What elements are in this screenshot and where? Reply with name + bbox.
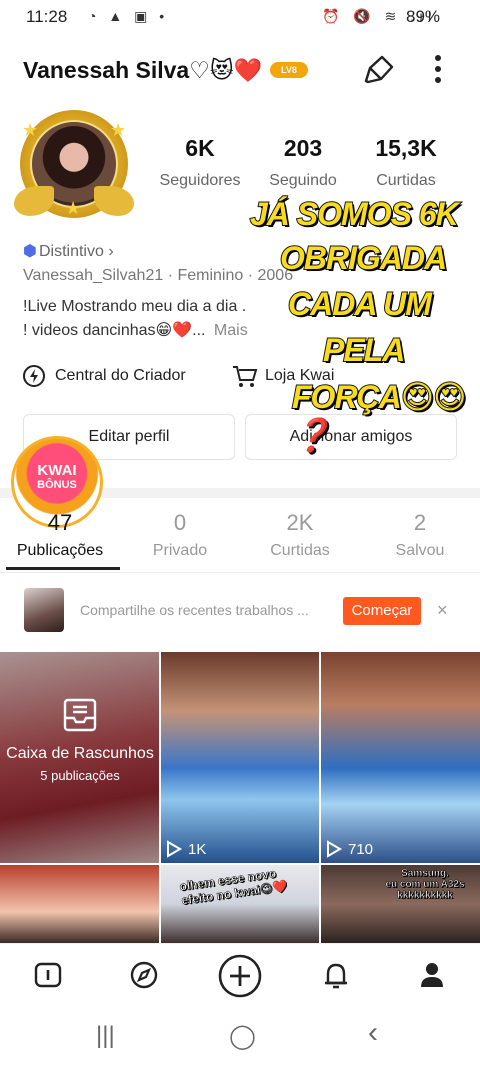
following-count: 203: [283, 135, 323, 161]
tab-saved[interactable]: Salvou: [360, 542, 480, 560]
back-icon[interactable]: ‹: [368, 1016, 378, 1050]
bio-line-2: ! videos dancinhas😁❤️... Mais: [23, 320, 248, 340]
star-icon: ★: [110, 120, 127, 140]
bio-line-2-text: ! videos dancinhas😁❤️...: [23, 322, 206, 339]
battery-level: 89%: [406, 7, 441, 26]
hexagon-badge-icon: ⬢: [23, 243, 37, 260]
badge-label: Distintivo ›: [38, 243, 114, 260]
video-caption-line: eu com um A32s: [385, 879, 465, 891]
status-bar: 11:28 ◔ ▲ ▣ • ⏰ 🔇 ≋ .ıl 89%: [0, 0, 480, 36]
overlay-text-line-4: PELA: [322, 331, 406, 369]
recent-work-thumbnail: [24, 588, 64, 632]
followers-count: 6K: [185, 135, 215, 161]
video-caption: Samsung. eu com um A32s kkkkkkkkkk: [380, 868, 470, 902]
tab-posts-count[interactable]: 47: [0, 510, 120, 536]
compass-icon[interactable]: [127, 958, 161, 992]
followers-stat[interactable]: 6K Seguidores: [145, 135, 255, 190]
tab-likes-count[interactable]: 2K: [240, 510, 360, 536]
tab-likes[interactable]: Curtidas: [240, 542, 360, 560]
bonus-subtitle: BÔNUS: [37, 479, 77, 491]
creator-center-link[interactable]: Central do Criador: [55, 367, 186, 385]
notifications-bell-icon[interactable]: [319, 958, 353, 992]
video-caption-line: Samsung.: [401, 868, 449, 880]
drafts-inbox-icon: [62, 698, 98, 732]
profile-icon[interactable]: [415, 958, 449, 992]
tab-saved-count[interactable]: 2: [360, 510, 480, 536]
avatar[interactable]: ★ ★ ★: [14, 106, 134, 224]
active-tab-indicator: [6, 567, 120, 570]
star-icon: ★: [22, 120, 39, 140]
overlay-text-line-3: CADA UM: [287, 285, 433, 323]
share-prompt-text: Compartilhe os recentes trabalhos ...: [80, 602, 309, 618]
lightning-circle-icon[interactable]: [22, 364, 46, 388]
tab-private-count[interactable]: 0: [120, 510, 240, 536]
following-stat[interactable]: 203 Seguindo: [248, 135, 358, 190]
video-tile[interactable]: [161, 652, 319, 863]
start-button[interactable]: Começar: [343, 597, 421, 625]
likes-count: 15,3K: [375, 135, 437, 161]
home-icon[interactable]: ◯: [229, 1022, 256, 1051]
badge-link[interactable]: ⬢ Distintivo ›: [23, 241, 114, 261]
more-options-icon[interactable]: [426, 53, 450, 85]
overlay-text-line-1: JÁ SOMOS 6K: [249, 195, 460, 233]
play-count: 710: [348, 841, 374, 858]
drafts-count: 5 publicações: [40, 768, 120, 783]
user-info: Vanessah_Silvah21 · Feminino · 2006: [23, 267, 294, 284]
level-badge: LV8: [270, 62, 308, 78]
followers-label: Seguidores: [159, 172, 241, 189]
overlay-text-line-5: FORÇA😍😍❓: [291, 378, 467, 454]
cart-icon[interactable]: [232, 364, 258, 388]
video-tile[interactable]: [321, 652, 480, 863]
status-time: 11:28: [26, 7, 68, 26]
star-icon: ★: [65, 198, 82, 218]
bonus-title: KWAI: [37, 462, 77, 479]
drafts-title: Caixa de Rascunhos: [6, 745, 154, 762]
bio-more-link[interactable]: Mais: [214, 322, 248, 339]
recent-apps-icon[interactable]: |||: [96, 1022, 115, 1050]
tab-private[interactable]: Privado: [120, 542, 240, 560]
bio-line-1: !Live Mostrando meu dia a dia .: [23, 298, 247, 315]
tab-divider: [0, 572, 480, 573]
play-icon: [326, 840, 342, 858]
likes-stat[interactable]: 15,3K Curtidas: [351, 135, 461, 190]
tab-posts[interactable]: Publicações: [0, 542, 120, 560]
video-caption-line: kkkkkkkkkk: [397, 890, 453, 902]
create-post-icon[interactable]: [217, 953, 263, 999]
profile-name: Vanessah Silva♡😻❤️: [23, 57, 263, 83]
likes-label: Curtidas: [376, 172, 436, 189]
following-label: Seguindo: [269, 172, 337, 189]
notification-icons: ◔ ▲ ▣ •: [88, 8, 169, 24]
play-count: 1K: [188, 841, 207, 858]
close-icon[interactable]: ×: [437, 600, 448, 621]
home-feed-icon[interactable]: [31, 958, 65, 992]
play-icon: [166, 840, 182, 858]
video-tile[interactable]: [0, 865, 159, 943]
overlay-text-line-2: OBRIGADA: [279, 239, 448, 277]
share-icon[interactable]: [362, 53, 396, 85]
